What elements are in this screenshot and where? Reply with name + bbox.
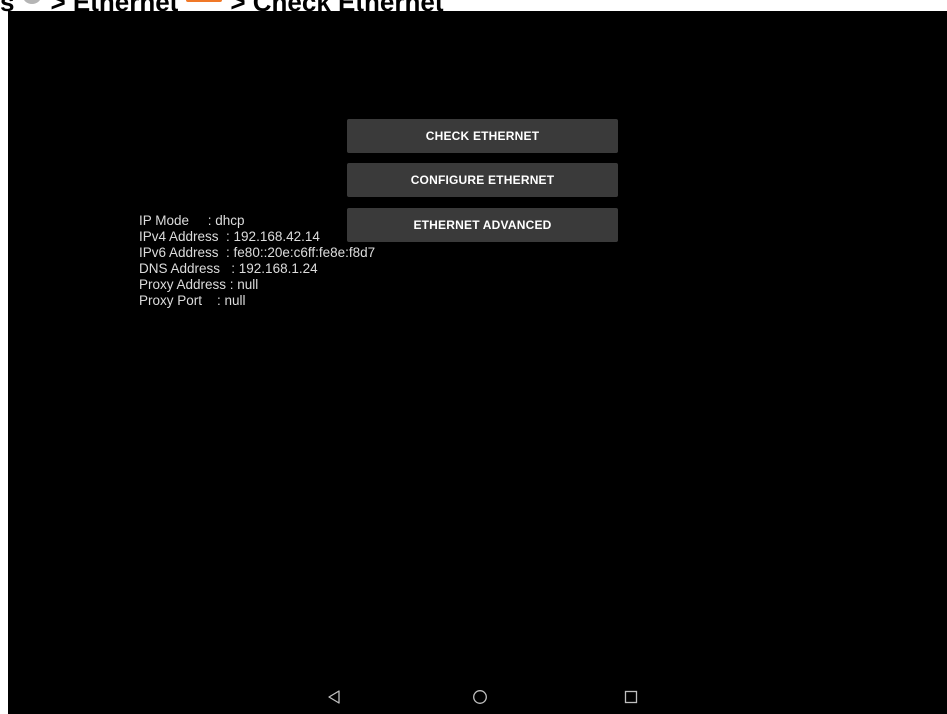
settings-gear-icon	[22, 0, 43, 4]
ethernet-info-panel: IP Mode : dhcp IPv4 Address : 192.168.42…	[139, 213, 375, 309]
device-screen: CHECK ETHERNET CONFIGURE ETHERNET ETHERN…	[8, 11, 947, 714]
ipv4-address-text: IPv4 Address : 192.168.42.14	[139, 229, 320, 244]
back-button[interactable]	[310, 680, 358, 714]
ip-mode-text: IP Mode : dhcp	[139, 213, 245, 228]
check-ethernet-button[interactable]: CHECK ETHERNET	[347, 119, 618, 153]
recents-square-icon	[624, 690, 638, 704]
ethernet-icon	[186, 0, 223, 2]
page: s > Ethernet > Check Ethernet CHECK ETHE…	[0, 0, 947, 714]
ethernet-advanced-button[interactable]: ETHERNET ADVANCED	[347, 208, 618, 242]
navigation-bar	[8, 680, 947, 714]
proxy-port-text: Proxy Port : null	[139, 293, 246, 308]
back-triangle-icon	[328, 690, 340, 704]
recents-button[interactable]	[607, 680, 655, 714]
ipv6-address-text: IPv6 Address : fe80::20e:c6ff:fe8e:f8d7	[139, 245, 376, 260]
dns-address-text: DNS Address : 192.168.1.24	[139, 261, 318, 276]
home-button[interactable]	[456, 680, 504, 714]
home-circle-icon	[473, 690, 487, 704]
proxy-address-text: Proxy Address : null	[139, 277, 259, 292]
configure-ethernet-button[interactable]: CONFIGURE ETHERNET	[347, 163, 618, 197]
